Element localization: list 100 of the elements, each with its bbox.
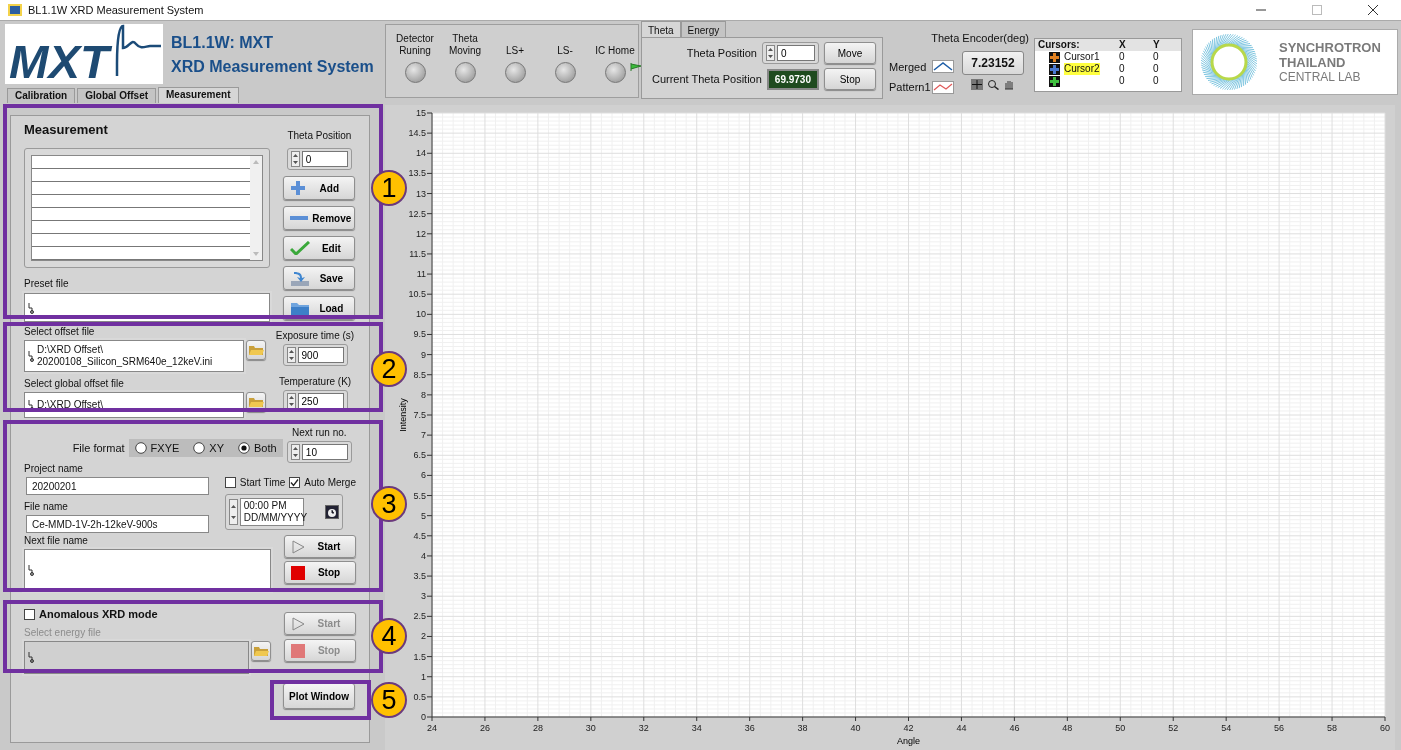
checkbox[interactable] xyxy=(289,477,301,488)
radio-button[interactable] xyxy=(193,441,206,454)
tab[interactable]: Global Offset xyxy=(77,88,157,103)
tick-label: 12.5 xyxy=(408,208,426,219)
radio-button[interactable] xyxy=(238,441,250,454)
field-label: File format xyxy=(72,440,125,456)
path-icon xyxy=(28,651,34,663)
stop-button[interactable]: Stop xyxy=(824,68,876,90)
plot-window-button[interactable]: Plot Window xyxy=(283,683,355,709)
text-field[interactable]: Ce-MMD-1V-2h-12keV-900s xyxy=(26,515,209,533)
app-title: BL1.1W: MXT xyxy=(171,35,274,51)
spin-arrows[interactable] xyxy=(228,499,238,525)
number-field[interactable]: 250 xyxy=(297,393,344,409)
calendar-icon[interactable] xyxy=(324,505,339,519)
tick-label: 2 xyxy=(421,631,426,642)
tick-label: 58 xyxy=(1327,723,1338,733)
remove-button[interactable]: Remove xyxy=(283,206,356,230)
tick-label: 3 xyxy=(421,591,426,602)
spin-arrows[interactable] xyxy=(766,45,775,61)
text-field[interactable]: 20200201 xyxy=(26,477,209,495)
indicator-label: Theta Moving xyxy=(447,33,483,57)
spin-arrows[interactable] xyxy=(286,347,296,363)
number-field[interactable]: 0 xyxy=(301,151,348,167)
table-cell-text: 0 xyxy=(1119,63,1126,75)
tick-label: 36 xyxy=(744,723,755,733)
stop-icon xyxy=(291,643,305,658)
tick-label: 14 xyxy=(416,148,426,159)
tab[interactable]: Measurement xyxy=(158,87,239,103)
axis-title: Angle xyxy=(897,736,920,746)
column-header: Y xyxy=(1153,39,1161,51)
cursor-icon xyxy=(1049,75,1060,87)
folder-icon xyxy=(248,396,265,408)
tick-label: 6 xyxy=(421,470,426,481)
scrollbar[interactable] xyxy=(249,156,262,260)
add-button[interactable]: Add xyxy=(283,176,356,200)
tick-label: 8.5 xyxy=(413,369,426,380)
save-button[interactable]: Save xyxy=(283,266,356,290)
stop-button[interactable]: Stop xyxy=(284,561,356,584)
tray-icon xyxy=(290,269,311,287)
move-button[interactable]: Move xyxy=(824,42,876,64)
step-marker: 5 xyxy=(371,682,407,718)
folder-icon xyxy=(248,344,265,356)
number-field[interactable]: 0 xyxy=(777,45,815,61)
table-row[interactable]: Cursor1 0 0 xyxy=(1035,51,1181,63)
path-icon xyxy=(28,301,34,314)
path-field[interactable]: D:\XRD Offset\ 20200108_Silicon_SRM640e_12keV.ini xyxy=(24,340,245,372)
edit-button[interactable]: Edit xyxy=(283,236,356,260)
legend-label: Pattern1 xyxy=(889,80,931,95)
indicator-label: Detector Runing xyxy=(395,33,435,57)
spin-arrows[interactable] xyxy=(290,444,300,460)
play-icon xyxy=(291,616,305,631)
close-icon[interactable] xyxy=(1367,4,1379,16)
tick-label: 48 xyxy=(1062,723,1073,733)
tick-label: 4 xyxy=(421,550,426,561)
value-display: 69.9730 xyxy=(766,68,819,90)
list-box[interactable] xyxy=(24,148,270,268)
app-subtitle: XRD Measurement System xyxy=(171,59,374,75)
table-cell-text: 0 xyxy=(1119,51,1126,63)
plus-icon xyxy=(290,180,307,196)
field-label: Theta Position xyxy=(287,130,352,142)
zoom-icon[interactable] xyxy=(987,78,999,90)
tick-label: 11 xyxy=(416,269,426,280)
tick-label: 14.5 xyxy=(408,128,426,139)
field-label: File name xyxy=(24,501,69,513)
line-style-icon xyxy=(932,80,954,94)
start-button[interactable]: Start xyxy=(284,535,356,558)
crosshair-icon[interactable] xyxy=(971,78,983,90)
tab[interactable]: Theta xyxy=(641,21,681,37)
indicator-label: LS- xyxy=(556,44,574,57)
path-icon xyxy=(28,350,34,362)
field-label: Current Theta Position xyxy=(652,71,762,87)
indicator-label: IC Home xyxy=(594,44,636,57)
number-field[interactable]: 900 xyxy=(297,347,344,363)
table-cell-text: 0 xyxy=(1153,63,1160,75)
tick-label: 40 xyxy=(850,723,861,733)
step-marker: 3 xyxy=(371,486,407,522)
tab[interactable]: Calibration xyxy=(7,88,76,103)
tab[interactable]: Energy xyxy=(680,21,727,37)
checkbox[interactable] xyxy=(224,477,236,488)
brand-text: SYNCHROTRON xyxy=(1279,39,1381,55)
tick-label: 6.5 xyxy=(413,450,426,461)
ring-logo-icon xyxy=(1199,32,1259,92)
path-field[interactable] xyxy=(24,549,271,591)
number-field[interactable]: 10 xyxy=(301,444,348,460)
tick-label: 30 xyxy=(585,723,596,733)
tick-label: 2.5 xyxy=(413,611,426,622)
field-label: Exposure time (s) xyxy=(275,330,355,342)
table-row[interactable]: 0 0 xyxy=(1035,75,1181,87)
tick-label: 46 xyxy=(1009,723,1020,733)
tick-label: 28 xyxy=(532,723,543,733)
table-row[interactable]: Cursor2 0 0 xyxy=(1035,63,1181,75)
tick-label: 12 xyxy=(416,228,426,239)
table-cell: Cursor1 xyxy=(1064,51,1100,63)
spin-arrows[interactable] xyxy=(290,151,300,167)
tick-label: 3.5 xyxy=(413,571,426,582)
tick-label: 4.5 xyxy=(413,530,426,541)
radio-button[interactable] xyxy=(134,441,147,454)
spin-arrows[interactable] xyxy=(286,393,296,409)
path-icon xyxy=(28,564,34,576)
tick-label: 0.5 xyxy=(413,691,426,702)
